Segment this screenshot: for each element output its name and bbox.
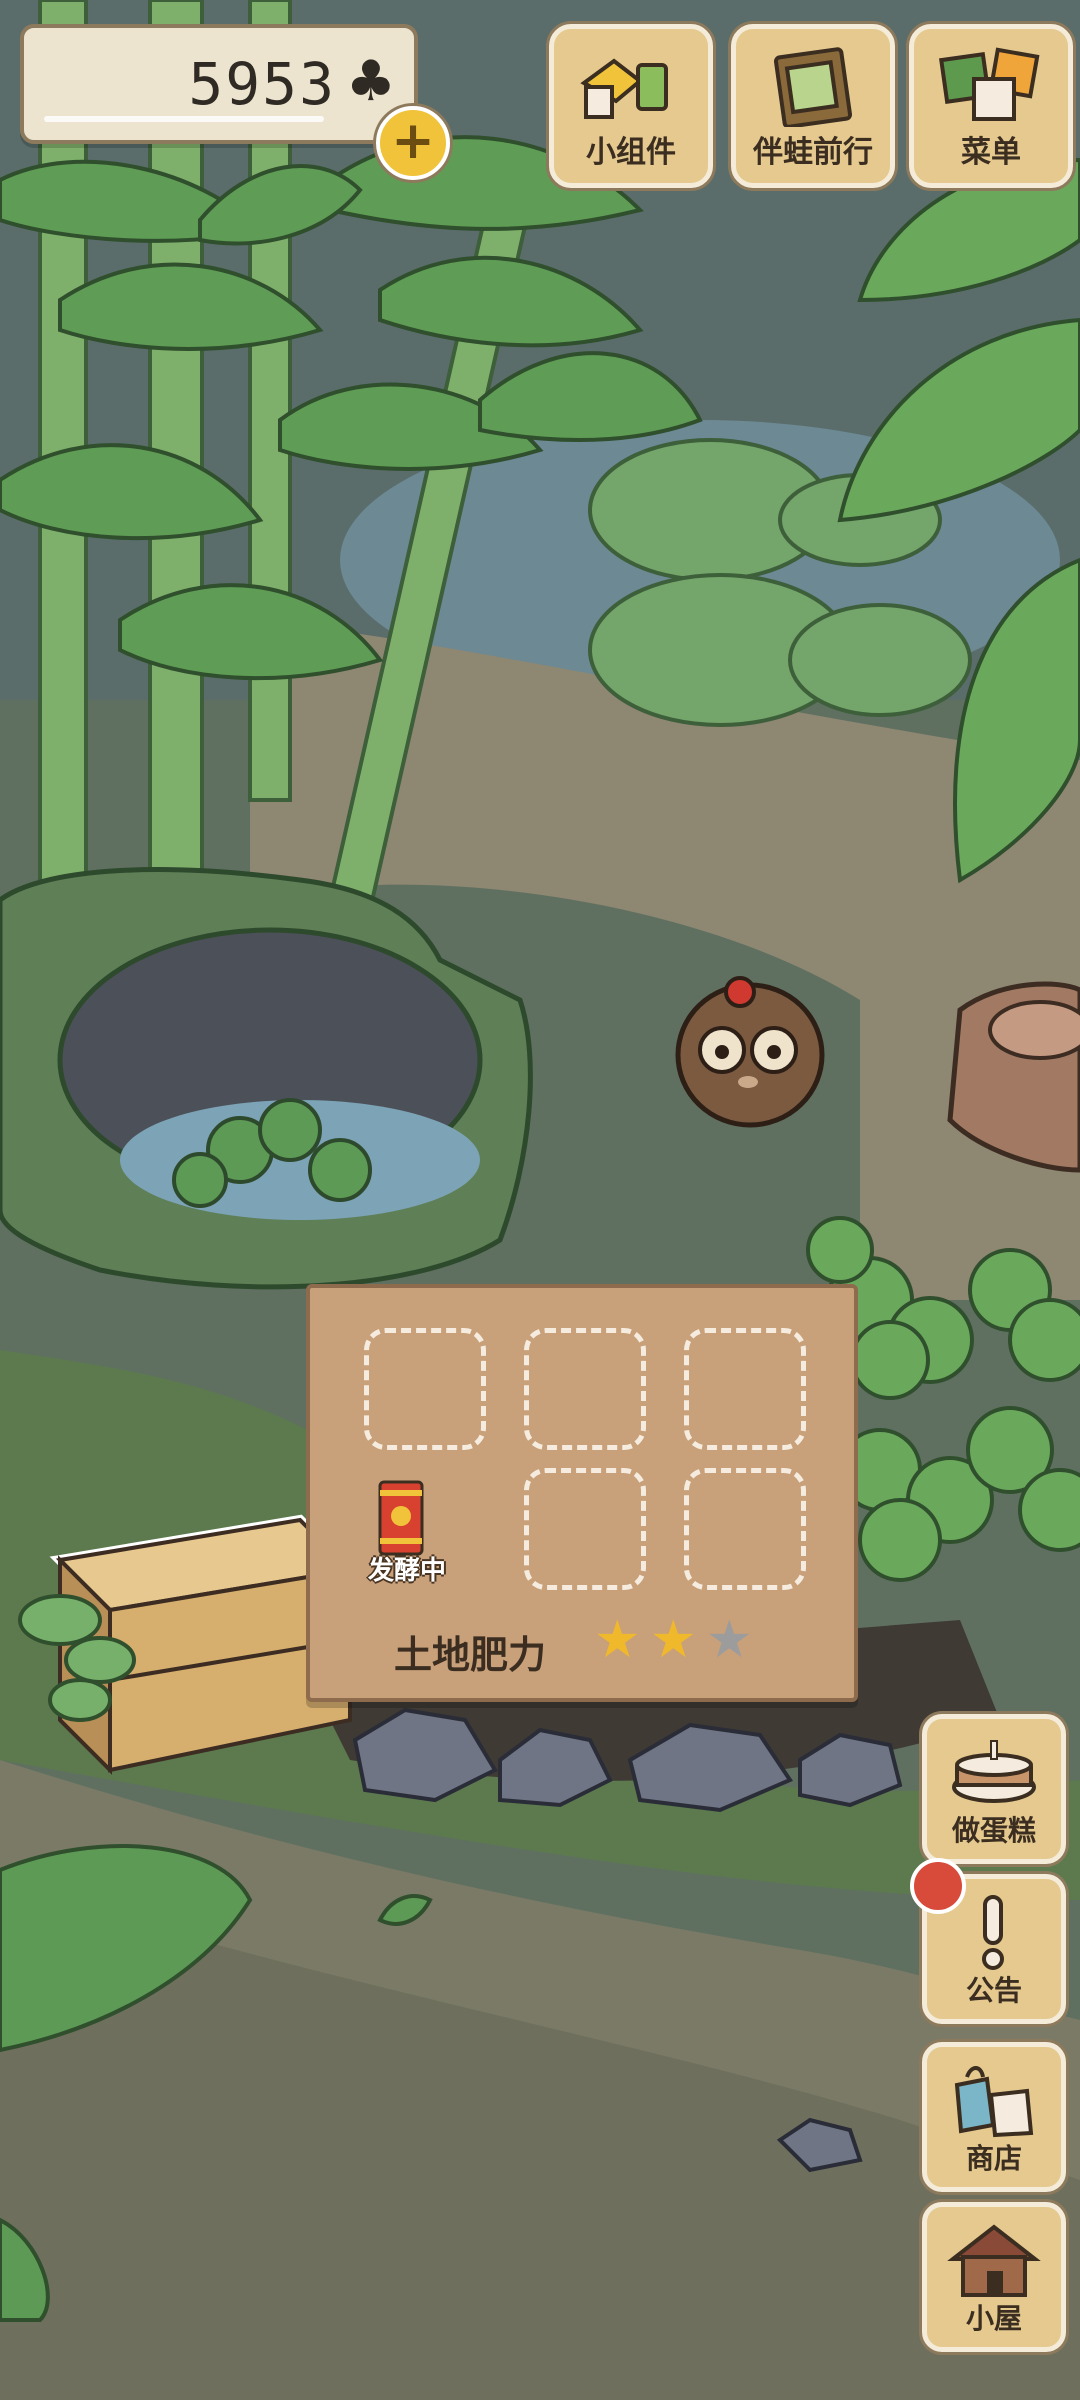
plus-icon: +: [391, 111, 435, 171]
widget-icon: [580, 58, 668, 119]
cabin-button[interactable]: 小屋: [922, 2202, 1066, 2352]
widget-button[interactable]: 小组件: [549, 24, 713, 188]
fermentation-can-icon: [378, 1480, 424, 1556]
house-icon: [947, 2224, 1041, 2297]
empty-seed-slot[interactable]: [364, 1328, 486, 1450]
clover-counter: 5953 ♣: [20, 24, 418, 144]
shop-button[interactable]: 商店: [922, 2042, 1066, 2192]
star-filled-icon: ★: [650, 1610, 697, 1670]
soil-fertility-label: 土地肥力: [394, 1633, 547, 1677]
cake-icon: [952, 1740, 1036, 1803]
add-clover-button[interactable]: +: [376, 106, 450, 180]
garden-scene-background: [0, 0, 1080, 2400]
make-cake-label: 做蛋糕: [951, 1814, 1036, 1847]
star-empty-icon: ★: [706, 1610, 753, 1670]
clover-icon: ♣: [345, 49, 396, 114]
garden-plot-board: 发酵中 土地肥力 ★ ★ ★: [306, 1284, 858, 1702]
announcement-label: 公告: [965, 1974, 1022, 2007]
widget-button-label: 小组件: [586, 135, 676, 170]
empty-seed-slot[interactable]: [524, 1328, 646, 1450]
fermenting-label: 发酵中: [368, 1556, 447, 1586]
clover-count: 5953: [188, 50, 336, 118]
counter-underline: [44, 116, 324, 122]
cabin-label: 小屋: [965, 2302, 1022, 2335]
menu-icon: [939, 47, 1040, 121]
journal-icon: [773, 47, 853, 127]
empty-seed-slot[interactable]: [684, 1328, 806, 1450]
notification-dot: [910, 1858, 966, 1914]
menu-button[interactable]: 菜单: [909, 24, 1073, 188]
journey-with-frog-button[interactable]: 伴蛙前行: [731, 24, 895, 188]
empty-seed-slot[interactable]: [524, 1468, 646, 1590]
menu-button-label: 菜单: [961, 135, 1021, 170]
shop-label: 商店: [965, 2142, 1022, 2175]
make-cake-button[interactable]: 做蛋糕: [922, 1714, 1066, 1864]
shop-bags-icon: [954, 2066, 1034, 2138]
empty-seed-slot[interactable]: [684, 1468, 806, 1590]
star-filled-icon: ★: [594, 1610, 641, 1670]
journey-button-label: 伴蛙前行: [753, 135, 873, 170]
